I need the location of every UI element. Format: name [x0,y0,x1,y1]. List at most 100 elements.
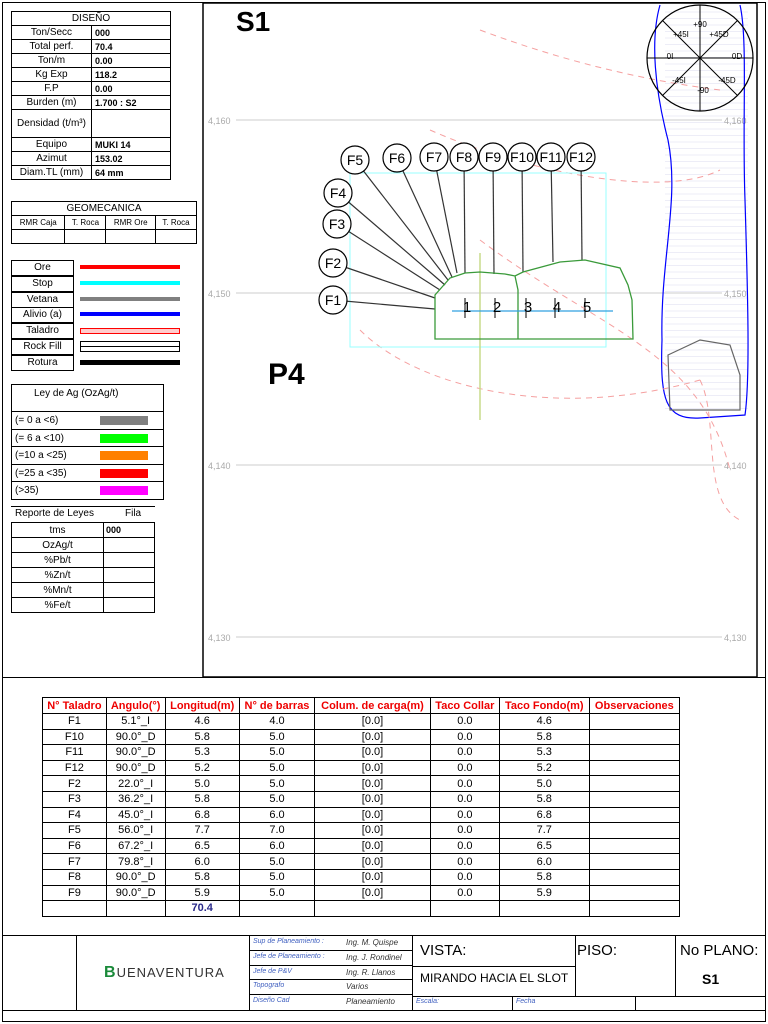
drill-cell: 5.0 [498,775,590,792]
drill-cell: 5.8 [498,790,590,808]
drill-hole-label: F6 [389,150,406,166]
staff-name: Ing. R. Llanos [346,967,396,977]
drill-cell: [0.0] [314,759,431,777]
table-row: F5 56.0°_I 7.7 7.0 [0.0] 0.0 7.7 [42,822,681,839]
drill-cell [588,884,681,902]
drill-cell: 90.0°_D [105,728,166,746]
drill-cell [588,790,681,808]
drill-cell [588,713,681,730]
drill-cell: 7.7 [164,822,240,839]
drill-hole-label: F3 [329,216,346,232]
drill-cell: 5.2 [498,759,590,777]
drill-cell [588,775,681,792]
drill-cell: [0.0] [314,790,431,808]
drill-cell: F8 [42,868,107,886]
vetana-contour [667,339,741,411]
compass-rose: +90 +45I +45D 0I 0D -45I -45D -90 [646,4,754,112]
drill-cell: 6.0 [238,837,316,855]
drill-cell: F1 [42,713,107,730]
survey-point-label: 3 [524,299,532,316]
plano-label: No PLANO: [680,942,759,959]
drill-hole-label: F7 [426,149,443,165]
drill-cell: 45.0°_I [105,806,166,824]
drill-hole-label: F8 [456,149,473,165]
drill-cell: 22.0°_I [105,775,166,792]
drill-cell: 6.5 [498,837,590,855]
drill-cell: 6.0 [498,853,590,870]
drill-cell: 36.2°_I [105,790,166,808]
drill-cell: [0.0] [314,822,431,839]
drill-cell: [0.0] [314,806,431,824]
drill-cell [588,806,681,824]
drill-cell: 0.0 [429,853,500,870]
drill-hole-label: F11 [539,149,562,165]
divider [2,677,766,678]
table-row: F8 90.0°_D 5.8 5.0 [0.0] 0.0 5.8 [42,868,681,886]
drill-cell: [0.0] [314,775,431,792]
drill-hole-line [336,223,441,291]
drill-cell: [0.0] [314,853,431,870]
drill-cell: [0.0] [314,744,431,761]
drill-header: Taco Fondo(m) [498,697,590,714]
table-row: F9 90.0°_D 5.9 5.0 [0.0] 0.0 5.9 [42,884,681,902]
drill-cell: F4 [42,806,107,824]
drill-cell: 5.8 [164,868,240,886]
elevation-label-left: 4,160 [208,116,231,126]
drill-cell: 0.0 [429,759,500,777]
drill-cell: 0.0 [429,806,500,824]
table-row: F1 5.1°_I 4.6 4.0 [0.0] 0.0 4.6 [42,713,681,730]
drill-cell: F6 [42,837,107,855]
drill-cell: 5.0 [238,744,316,761]
drill-cell: 5.8 [498,728,590,746]
drill-hole-line [492,156,495,275]
total-length: 70.4 [164,900,240,917]
drill-header: Observaciones [588,697,681,714]
title-block: BUENAVENTURA Sup de Planeamiento : Ing. M… [2,935,766,1011]
drill-cell: 6.0 [238,806,316,824]
staff-row: Jefe de P&V Ing. R. Llanos [250,966,412,981]
drill-cell: F11 [42,744,107,761]
staff-name: Ing. M. Quispe [346,938,399,947]
drill-cell: 0.0 [429,790,500,808]
drill-cell: 5.0 [238,868,316,886]
drill-cell: 67.2°_I [105,837,166,855]
staff-name: Ing. J. Rondinel [346,952,402,962]
table-row: F4 45.0°_I 6.8 6.0 [0.0] 0.0 6.8 [42,806,681,824]
drill-cell [588,728,681,746]
drill-cell: 90.0°_D [105,759,166,777]
table-row: F2 22.0°_I 5.0 5.0 [0.0] 0.0 5.0 [42,775,681,792]
drill-cell: F2 [42,775,107,792]
drill-fan: F1 F2 F3 F4 F5 F6 F7 F8 F9 F10 F11 F12 [318,142,596,315]
drill-hole-label: F4 [330,185,347,201]
drill-cell: 5.0 [238,884,316,902]
drill-cell: 0.0 [429,713,500,730]
drill-cell: 5.9 [498,884,590,902]
drill-cell: 5.8 [164,790,240,808]
drill-cell: 5.0 [238,759,316,777]
drill-hole-label: F12 [569,149,593,165]
staff-role: Diseño Cad [253,997,290,1005]
drill-cell: 0.0 [429,822,500,839]
staff-role: Jefe de P&V [253,967,292,975]
drill-header: Longitud(m) [164,697,240,714]
drill-cell: 0.0 [429,744,500,761]
elevation-label-left: 4,150 [208,289,231,299]
drill-header: Taco Collar [429,697,500,714]
drill-cell: [0.0] [314,884,431,902]
drill-cell: 5.0 [238,790,316,808]
drill-cell: [0.0] [314,868,431,886]
panel-label: P4 [268,358,305,391]
table-row: F3 36.2°_I 5.8 5.0 [0.0] 0.0 5.8 [42,790,681,808]
drill-cell: 6.8 [498,806,590,824]
drill-hole-line [521,156,524,273]
elevation-label-left: 4,140 [208,461,231,471]
drill-cell: F3 [42,790,107,808]
drill-hole-label: F5 [347,152,364,168]
drill-cell: 5.1°_I [105,713,166,730]
compass-label: -45I [672,76,686,85]
drill-cell [588,822,681,839]
drill-hole-line [463,156,466,274]
drill-cell: 5.3 [498,744,590,761]
drill-cell: 6.0 [164,853,240,870]
table-row: F12 90.0°_D 5.2 5.0 [0.0] 0.0 5.2 [42,759,681,777]
